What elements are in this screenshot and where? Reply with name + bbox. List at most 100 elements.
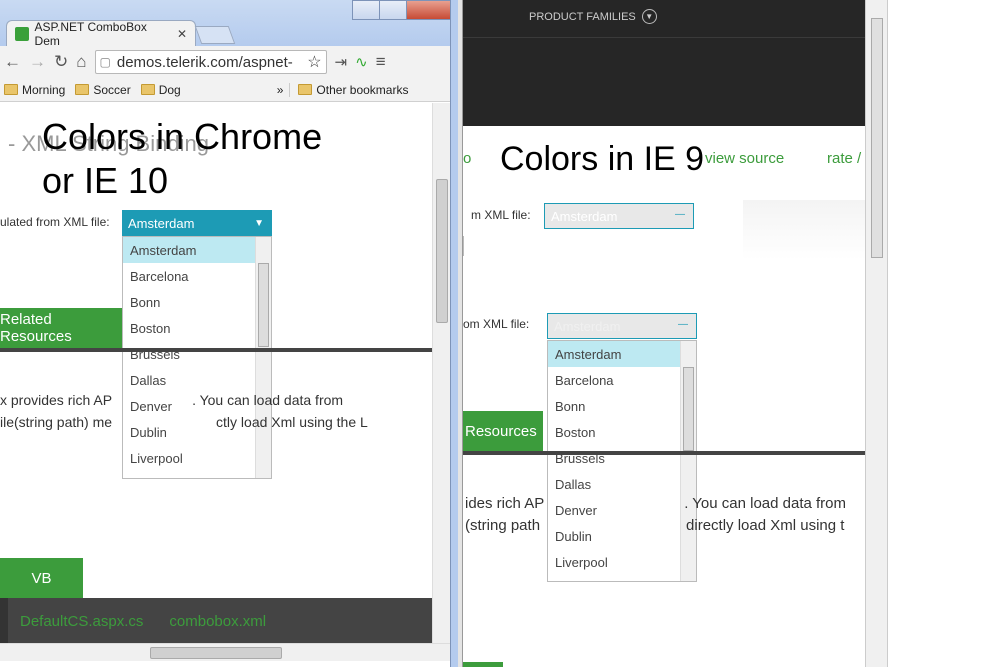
vb-tab[interactable]: VB: [0, 558, 83, 598]
related-resources-label: Related Resources: [0, 311, 72, 345]
scroll-thumb[interactable]: [436, 179, 448, 323]
dropdown-dash-icon[interactable]: —: [675, 209, 685, 220]
list-item[interactable]: Barcelona: [123, 263, 271, 289]
combo-label: ulated from XML file:: [0, 215, 110, 229]
text-fragment: . You can load data from: [684, 495, 847, 512]
window-controls: [352, 0, 452, 20]
text-fragment: (string path: [465, 517, 541, 534]
file-bar-edge: [0, 598, 8, 643]
divider: [463, 451, 865, 455]
bookmark-star-icon[interactable]: ☆: [307, 52, 321, 72]
combobox-2[interactable]: Amsterdam —: [547, 313, 697, 339]
resources-tab[interactable]: Resources: [463, 411, 543, 451]
view-source-link[interactable]: view source: [705, 150, 784, 167]
caption-ie: Colors in IE 9: [500, 140, 705, 178]
text-fragment: ctly load Xml using the L: [216, 414, 368, 430]
caption-line: Colors in Chrome: [42, 116, 323, 157]
item-label: Boston: [555, 424, 596, 440]
dropdown-scrollbar[interactable]: [255, 237, 271, 478]
dropdown-scroll-thumb[interactable]: [683, 367, 694, 451]
close-window-button[interactable]: [406, 0, 452, 20]
bookmark-folder-dog[interactable]: Dog: [137, 83, 187, 97]
list-item[interactable]: Brussels: [548, 445, 696, 471]
other-bookmarks-label: Other bookmarks: [316, 82, 409, 97]
item-label: Barcelona: [555, 372, 614, 388]
list-item[interactable]: Liverpool: [123, 445, 271, 471]
dropdown-dash-icon[interactable]: —: [678, 319, 688, 330]
related-resources-tab[interactable]: Related Resources: [0, 308, 122, 348]
folder-icon: [140, 84, 155, 95]
bookmark-folder-soccer[interactable]: Soccer: [71, 83, 136, 97]
maximize-button[interactable]: [379, 0, 407, 20]
combo-label: m XML file:: [471, 208, 531, 222]
resources-label: Resources: [465, 422, 537, 440]
url-text: demos.telerik.com/aspnet-: [116, 53, 293, 71]
file-tabs-bar: DefaultCS.aspx.cs combobox.xml: [0, 598, 432, 643]
nav-label: PRODUCT FAMILIES: [529, 10, 636, 23]
product-families-menu[interactable]: PRODUCT FAMILIES ▼: [529, 9, 657, 24]
file-tab-defaultcs[interactable]: DefaultCS.aspx.cs: [20, 613, 143, 630]
chrome-window: ASP.NET ComboBox Dem ✕ ← → ↻ ⌂ ▢ demos.t…: [0, 0, 458, 667]
text-cursor-remnant: [463, 236, 469, 256]
chrome-toolbar: ← → ↻ ⌂ ▢ demos.telerik.com/aspnet- ☆ ⇥ …: [0, 46, 450, 78]
dropdown-scroll-thumb[interactable]: [258, 263, 269, 347]
rate-link[interactable]: rate /: [827, 150, 861, 167]
extension-icon[interactable]: ⇥: [335, 53, 348, 71]
ie-window: PRODUCT FAMILIES ▼ o Colors in IE 9 view…: [463, 0, 865, 667]
list-item[interactable]: Boston: [548, 419, 696, 445]
header-divider: [463, 37, 865, 38]
bookmark-folder-morning[interactable]: Morning: [0, 83, 71, 97]
folder-icon: [4, 84, 18, 95]
list-item[interactable]: Bonn: [123, 289, 271, 315]
page-icon: ▢: [99, 55, 111, 69]
list-item[interactable]: Liverpool: [548, 549, 696, 575]
browser-tab[interactable]: ASP.NET ComboBox Dem ✕: [6, 20, 196, 48]
pulse-extension-icon[interactable]: ∿: [355, 53, 368, 71]
scroll-thumb[interactable]: [871, 18, 883, 258]
text-fragment: x provides rich AP: [0, 392, 113, 408]
bookmarks-overflow-button[interactable]: »: [277, 83, 284, 97]
list-item[interactable]: Barcelona: [548, 367, 696, 393]
chrome-vertical-scrollbar[interactable]: [432, 103, 450, 643]
list-item[interactable]: Brussels: [123, 341, 271, 367]
reload-icon[interactable]: ↻: [54, 52, 68, 72]
bookmark-label: Morning: [22, 82, 66, 97]
list-item[interactable]: Boston: [123, 315, 271, 341]
minimize-button[interactable]: [352, 0, 380, 20]
link-fragment[interactable]: o: [463, 150, 471, 167]
list-item[interactable]: Bonn: [548, 393, 696, 419]
combo-value: Amsterdam: [554, 318, 621, 334]
green-tab-edge: [463, 662, 503, 667]
bookmark-label: Soccer: [93, 82, 131, 97]
scroll-thumb[interactable]: [150, 647, 282, 659]
list-item[interactable]: Amsterdam: [548, 341, 696, 367]
chrome-page-content: - XML String Binding Colors in Chrome or…: [0, 103, 432, 643]
menu-icon[interactable]: ≡: [376, 52, 386, 72]
bookmark-label: Dog: [158, 82, 181, 97]
file-tab-xml[interactable]: combobox.xml: [169, 613, 266, 630]
item-label: Barcelona: [130, 268, 189, 284]
combo-label: om XML file:: [463, 317, 530, 331]
list-item[interactable]: Amsterdam: [123, 237, 271, 263]
back-icon[interactable]: ←: [4, 52, 21, 72]
site-header: PRODUCT FAMILIES ▼: [463, 0, 865, 126]
combobox[interactable]: Amsterdam ▼: [122, 210, 272, 236]
combobox-1[interactable]: Amsterdam —: [544, 203, 694, 229]
text-fragment: ile(string path) me: [0, 414, 113, 430]
home-icon[interactable]: ⌂: [76, 52, 86, 72]
chevron-down-icon[interactable]: ▼: [641, 9, 657, 24]
item-label: Liverpool: [130, 450, 183, 466]
forward-icon[interactable]: →: [29, 52, 46, 72]
chrome-horizontal-scrollbar[interactable]: [0, 643, 450, 661]
item-label: Bonn: [555, 398, 586, 414]
vb-label: VB: [31, 569, 52, 587]
dropdown-arrow-icon[interactable]: ▼: [254, 218, 264, 229]
close-tab-icon[interactable]: ✕: [177, 27, 187, 41]
new-tab-button[interactable]: [194, 26, 236, 44]
other-bookmarks[interactable]: Other bookmarks: [289, 82, 414, 97]
description-text: (string path directly load Xml using t: [465, 513, 844, 539]
address-bar[interactable]: ▢ demos.telerik.com/aspnet- ☆: [94, 50, 327, 74]
dropdown-scrollbar[interactable]: [680, 341, 696, 581]
combo-dropdown-list: Amsterdam Barcelona Bonn Boston Brussels…: [547, 340, 697, 582]
ie-vertical-scrollbar[interactable]: [865, 0, 888, 667]
